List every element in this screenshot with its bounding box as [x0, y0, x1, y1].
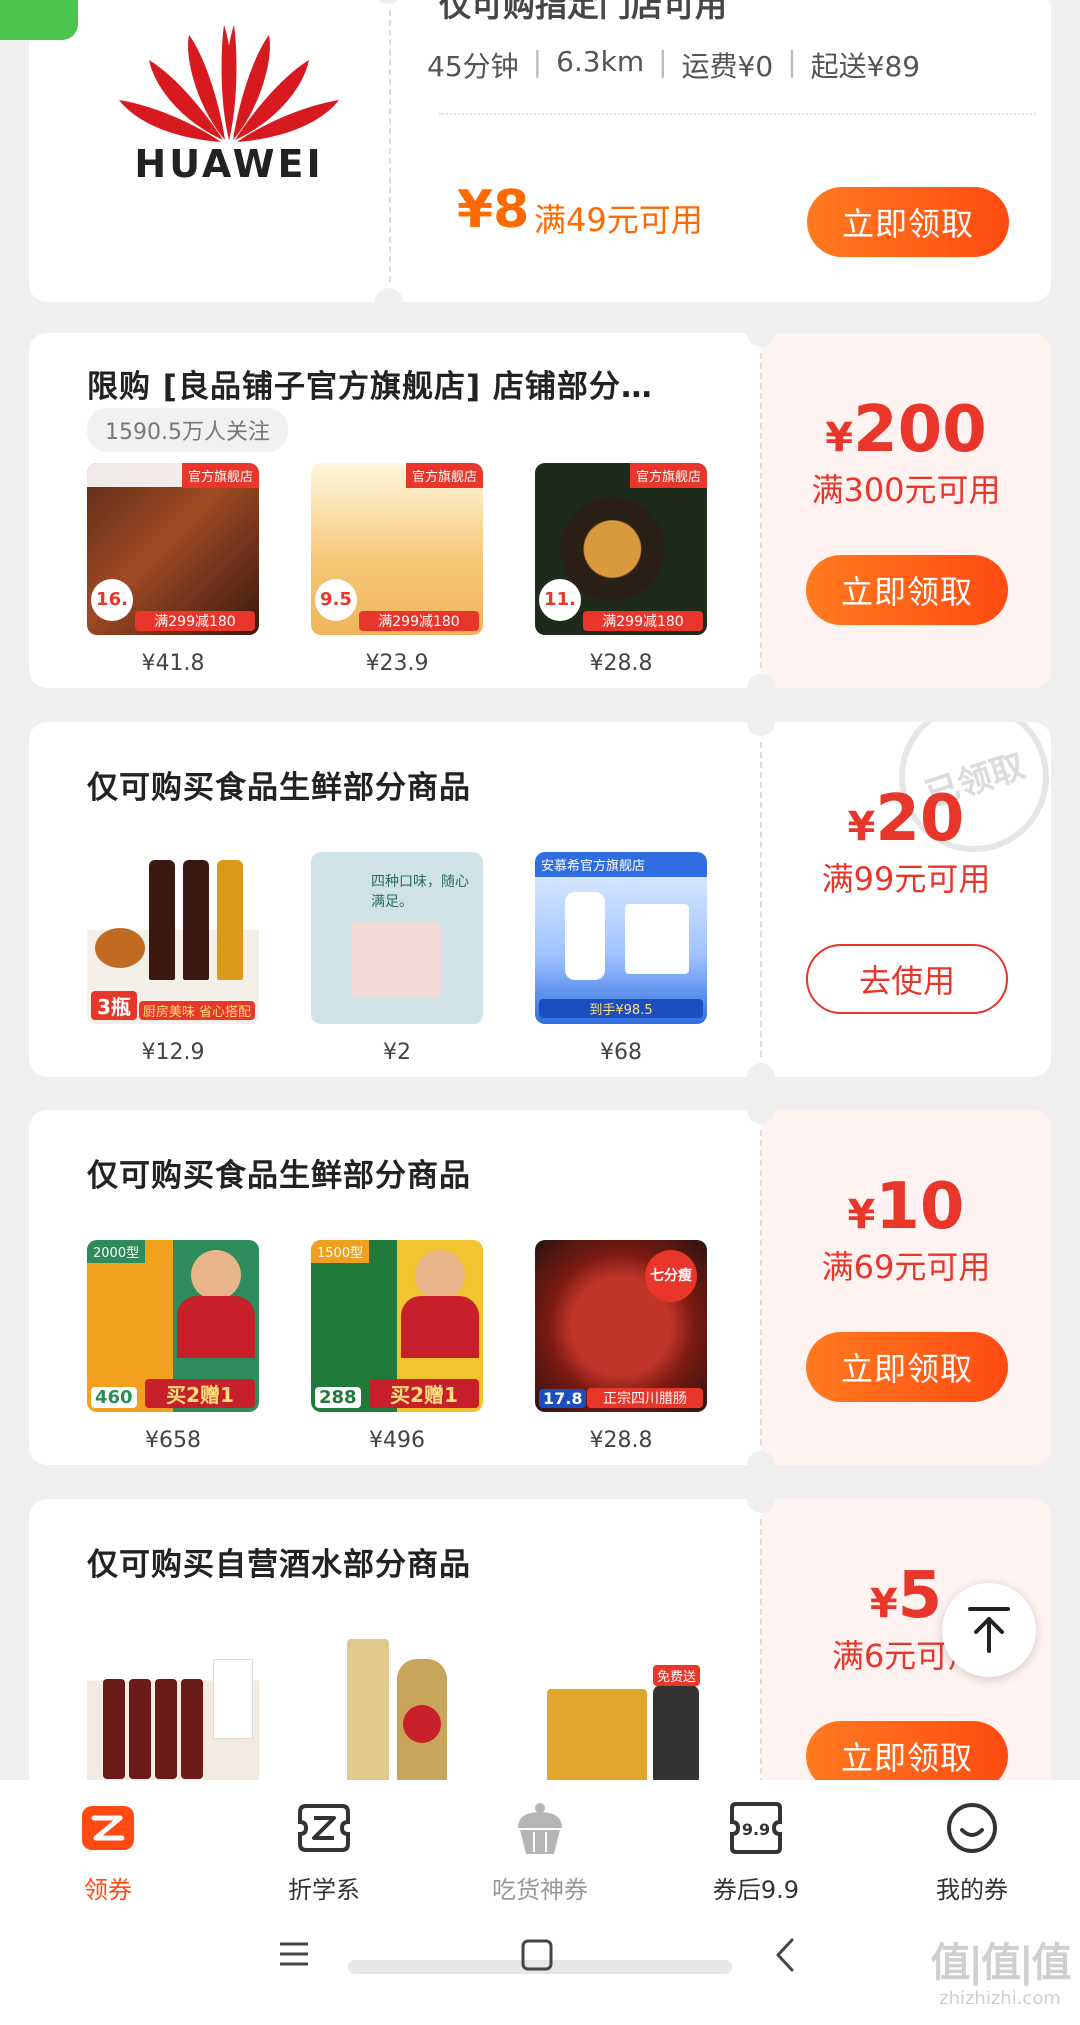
- promo-strip: 到手¥98.5: [539, 999, 703, 1018]
- promo-strip: 厨房美味 省心搭配: [139, 1001, 255, 1020]
- store-meta: 45分钟 | 6.3km | 运费¥0 | 起送¥89: [427, 45, 921, 83]
- product-price: ¥41.8: [141, 651, 205, 676]
- store-coupon-card: HUAWEI 仅可购指定门店可用 45分钟 | 6.3km | 运费¥0 | 起送¥8…: [29, 0, 1051, 302]
- ticket-icon: 9.9: [730, 1802, 782, 1854]
- coupon-title: 仅可购买自营酒水部分商品: [87, 1547, 471, 1583]
- discount-badge: 11.: [539, 579, 581, 621]
- coupon-title: 仅可购买食品生鲜部分商品: [87, 1158, 471, 1194]
- product-thumb[interactable]: 1500型 288 买2赠1: [311, 1240, 483, 1412]
- cupcake-icon: [518, 1803, 562, 1854]
- product-brand: 安慕希官方旗舰店: [535, 852, 707, 877]
- discount-badge: 9.5: [315, 579, 357, 621]
- product-price: ¥496: [369, 1428, 425, 1453]
- menu-icon[interactable]: [276, 1938, 312, 1970]
- store-claim-button[interactable]: 立即领取: [807, 187, 1009, 257]
- watermark-url: zhizhizhi.com: [939, 1988, 1061, 2009]
- promo-strip: 满299减180: [359, 611, 479, 631]
- product-badge: 七分瘦: [645, 1250, 697, 1302]
- coupon-title: 仅可购买食品生鲜部分商品: [87, 770, 471, 806]
- product-price: ¥68: [600, 1040, 642, 1065]
- promo-strip: 正宗四川腊肠: [587, 1388, 703, 1408]
- use-button[interactable]: 去使用: [806, 944, 1008, 1014]
- product-thumb[interactable]: [311, 1629, 483, 1801]
- product-thumb[interactable]: 官方旗舰店 9.5 满299减180: [311, 463, 483, 635]
- product-caption: 四种口味，随心满足。: [371, 874, 469, 910]
- system-nav-bar: 值|值|值 zhizhizhi.com: [0, 1900, 1080, 2025]
- promo-strip: 满299减180: [135, 611, 255, 631]
- nav-item-zhexuexi[interactable]: 折学系: [254, 1800, 394, 1905]
- product-price: ¥658: [145, 1428, 201, 1453]
- product-price: ¥28.8: [589, 651, 653, 676]
- coupon-condition: 满69元可用: [821, 1248, 991, 1286]
- coupon-amount: ¥20: [847, 782, 965, 856]
- min-order: 起送¥89: [810, 50, 921, 83]
- follow-count: 1590.5万人关注: [87, 408, 288, 452]
- nav-item-after-coupon[interactable]: 9.9 券后9.9: [686, 1800, 826, 1905]
- watermark-text: 值|值|值: [930, 1940, 1071, 1986]
- coupon-card: 仅可购买食品生鲜部分商品 2000型 460 买2赠1 ¥658 1500型 2…: [29, 1110, 1051, 1465]
- product-price: ¥23.9: [365, 651, 429, 676]
- nav-item-foodie[interactable]: 吃货神券: [470, 1800, 610, 1905]
- shipping-fee: 运费¥0: [681, 50, 774, 83]
- claim-button[interactable]: 立即领取: [806, 1332, 1008, 1402]
- nav-item-coupons[interactable]: 领券: [38, 1800, 178, 1905]
- coupon-condition: 满300元可用: [811, 471, 1001, 509]
- z-icon: [298, 1804, 350, 1852]
- store-condition: 满49元可用: [534, 201, 703, 239]
- nav-item-my-coupons[interactable]: 我的券: [902, 1800, 1042, 1905]
- product-thumb[interactable]: 安慕希官方旗舰店 到手¥98.5: [535, 852, 707, 1024]
- discount-badge: 16.: [91, 579, 133, 621]
- product-price: ¥2: [383, 1040, 411, 1065]
- product-thumb[interactable]: [87, 1629, 259, 1801]
- product-price: ¥12.9: [141, 1040, 205, 1065]
- product-sub-price: 460: [91, 1387, 137, 1408]
- back-icon[interactable]: [772, 1936, 796, 1974]
- product-thumb[interactable]: 免费送: [535, 1629, 707, 1801]
- product-thumb[interactable]: 七分瘦 17.8 正宗四川腊肠: [535, 1240, 707, 1412]
- back-to-top-button[interactable]: [942, 1583, 1036, 1677]
- huawei-wordmark: HUAWEI: [134, 142, 324, 186]
- product-thumb[interactable]: 官方旗舰店 11. 满299减180: [535, 463, 707, 635]
- product-price: ¥28.8: [589, 1428, 653, 1453]
- promo-strip: 买2赠1: [369, 1379, 479, 1408]
- product-sub-price: 288: [315, 1387, 361, 1408]
- huawei-logo: HUAWEI: [109, 10, 349, 210]
- coupon-amount: ¥200: [825, 393, 987, 467]
- promo-strip: 满299减180: [583, 611, 703, 631]
- store-amount: ¥8: [457, 180, 530, 240]
- promo-strip: 买2赠1: [145, 1379, 255, 1408]
- product-thumb[interactable]: 官方旗舰店 16. 满299减180: [87, 463, 259, 635]
- product-badge: 1500型: [311, 1240, 370, 1263]
- distance: 6.3km: [556, 45, 645, 78]
- coupon-title: 限购 [良品铺子官方旗舰店] 店铺部分…: [87, 369, 653, 405]
- watermark-logo: 值|值|值 zhizhizhi.com: [930, 1930, 1071, 2009]
- product-badge: 2000型: [87, 1240, 146, 1263]
- product-sub-price: 17.8: [539, 1389, 587, 1408]
- product-thumb[interactable]: 3瓶 厨房美味 省心搭配: [87, 852, 259, 1024]
- home-icon[interactable]: [520, 1938, 554, 1972]
- claim-button[interactable]: 立即领取: [806, 555, 1008, 625]
- coupon-condition: 满99元可用: [821, 860, 991, 898]
- svg-text:9.9: 9.9: [742, 1820, 770, 1839]
- coupon-icon: [82, 1806, 134, 1850]
- corner-tab: [0, 0, 78, 40]
- coupon-amount: ¥10: [847, 1170, 965, 1244]
- discount-badge: 3瓶: [91, 991, 137, 1020]
- delivery-time: 45分钟: [427, 50, 519, 83]
- arrow-up-icon: [968, 1607, 1010, 1653]
- product-thumb[interactable]: 2000型 460 买2赠1: [87, 1240, 259, 1412]
- huawei-petals-icon: [119, 25, 339, 142]
- smile-icon: [947, 1803, 997, 1853]
- product-thumb[interactable]: 四种口味，随心满足。: [311, 852, 483, 1024]
- promo-strip: 免费送: [653, 1665, 701, 1686]
- coupon-card: 已领取 仅可购买食品生鲜部分商品 3瓶 厨房美味 省心搭配 ¥12.9 四种口味…: [29, 722, 1051, 1077]
- coupon-card: 限购 [良品铺子官方旗舰店] 店铺部分… 1590.5万人关注 官方旗舰店 16…: [29, 333, 1051, 688]
- store-title: 仅可购指定门店可用: [439, 0, 728, 24]
